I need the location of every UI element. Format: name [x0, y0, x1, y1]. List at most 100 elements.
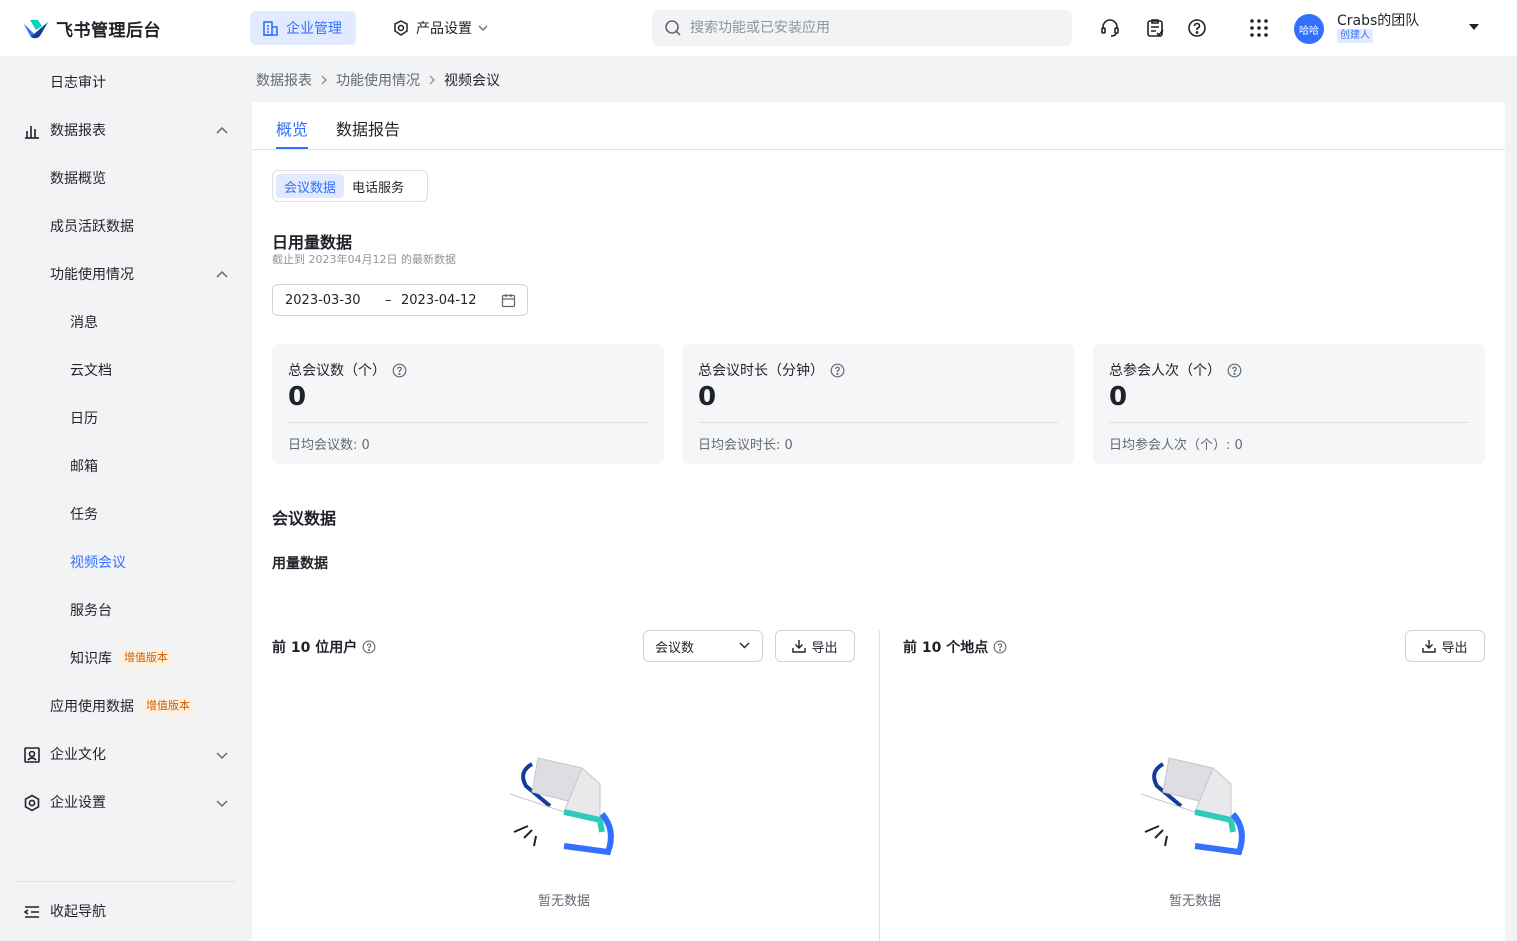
- sidebar-item-messages[interactable]: 消息: [0, 302, 252, 342]
- clipboard-icon[interactable]: [1143, 16, 1167, 40]
- sidebar-item-culture[interactable]: 企业文化: [0, 734, 252, 774]
- sidebar-item-tasks[interactable]: 任务: [0, 494, 252, 534]
- sidebar-item-service-desk[interactable]: 服务台: [0, 590, 252, 630]
- stat-card-total-duration: 总会议时长（分钟） 0 日均会议时长: 0: [682, 344, 1074, 464]
- empty-text: 暂无数据: [1168, 894, 1221, 909]
- sidebar-item-knowledge-base[interactable]: 知识库 增值版本: [0, 638, 252, 678]
- end-date[interactable]: 2023-04-12: [401, 293, 477, 308]
- search-icon: [665, 20, 681, 36]
- segment-control: 会议数据 电话服务: [272, 170, 428, 202]
- sidebar-item-label: 视频会议: [70, 555, 126, 571]
- start-date[interactable]: 2023-03-30: [285, 293, 361, 308]
- stat-value: 0: [1109, 382, 1128, 412]
- metric-select-value: 会议数: [655, 640, 695, 656]
- sidebar-item-audit-log[interactable]: 日志审计: [0, 62, 252, 102]
- nav-product-settings[interactable]: 产品设置: [392, 11, 494, 45]
- search-input[interactable]: [690, 20, 1050, 36]
- date-separator: –: [385, 292, 392, 308]
- empty-box-illustration: [509, 757, 614, 856]
- card-divider: [1109, 422, 1469, 423]
- sidebar-item-label: 应用使用数据: [50, 699, 134, 715]
- collapse-nav-label: 收起导航: [50, 904, 106, 920]
- card-divider: [698, 422, 1058, 423]
- metric-select[interactable]: 会议数: [643, 630, 763, 662]
- segment-meeting-data[interactable]: 会议数据: [276, 174, 345, 198]
- stat-card-total-meetings: 总会议数（个） 0 日均会议数: 0: [272, 344, 664, 464]
- sidebar-item-docs[interactable]: 云文档: [0, 350, 252, 390]
- export-label: 导出: [1441, 640, 1468, 656]
- sidebar-item-app-usage[interactable]: 应用使用数据 增值版本: [0, 686, 252, 726]
- nav-product-label: 产品设置: [416, 21, 472, 37]
- empty-text: 暂无数据: [537, 894, 590, 909]
- sidebar-item-calendar[interactable]: 日历: [0, 398, 252, 438]
- top-users-title: 前 10 位用户: [272, 637, 376, 657]
- chevron-right-icon: [320, 75, 328, 85]
- chevron-right-icon: [428, 75, 436, 85]
- app-logo[interactable]: 飞书管理后台: [22, 16, 161, 41]
- tab-overview[interactable]: 概览: [276, 116, 308, 140]
- export-users-button[interactable]: 导出: [775, 630, 855, 662]
- help-icon[interactable]: [392, 363, 407, 378]
- tab-data-report[interactable]: 数据报告: [336, 116, 400, 140]
- calendar-icon: [501, 294, 516, 308]
- breadcrumb-item[interactable]: 功能使用情况: [336, 70, 420, 90]
- daily-usage-title: 日用量数据: [272, 233, 353, 252]
- sidebar-item-data-overview[interactable]: 数据概览: [0, 158, 252, 198]
- chevron-down-icon: [216, 800, 228, 808]
- breadcrumb: 数据报表 功能使用情况 视频会议: [256, 70, 500, 90]
- sidebar-item-label: 数据报表: [50, 123, 106, 139]
- sidebar-item-label: 企业文化: [50, 747, 106, 763]
- export-label: 导出: [811, 640, 838, 656]
- sidebar-item-label: 成员活跃数据: [50, 219, 134, 235]
- sidebar-item-mail[interactable]: 邮箱: [0, 446, 252, 486]
- sidebar-item-data-reports[interactable]: 数据报表: [0, 110, 252, 150]
- stat-card-total-participants: 总参会人次（个） 0 日均参会人次（个）: 0: [1093, 344, 1485, 464]
- caret-down-icon[interactable]: [1468, 23, 1480, 31]
- chevron-down-icon: [739, 642, 750, 649]
- top-users-label: 前 10 位用户: [272, 640, 358, 656]
- nav-enterprise-management[interactable]: 企业管理: [250, 11, 356, 45]
- chevron-up-icon: [216, 270, 228, 278]
- segment-phone-service[interactable]: 电话服务: [344, 174, 412, 198]
- empty-box-illustration: [1140, 757, 1245, 856]
- stat-sub: 日均会议时长: 0: [698, 438, 793, 453]
- sidebar-item-label: 云文档: [70, 363, 112, 379]
- apps-grid-icon[interactable]: [1247, 16, 1271, 40]
- feishu-logo-icon: [22, 18, 50, 40]
- sidebar: 日志审计 数据报表 数据概览 成员活跃数据 功能使用情况 消息 云文档 日历 邮…: [0, 56, 252, 941]
- sidebar-item-label: 消息: [70, 315, 98, 331]
- tab-indicator: [276, 147, 308, 149]
- chevron-down-icon: [478, 25, 488, 31]
- chevron-up-icon: [216, 126, 228, 134]
- sidebar-item-label: 任务: [70, 507, 98, 523]
- stat-value: 0: [288, 382, 307, 412]
- building-icon: [263, 20, 278, 36]
- sidebar-item-settings[interactable]: 企业设置: [0, 782, 252, 822]
- premium-badge: 增值版本: [120, 649, 172, 667]
- sidebar-item-label: 功能使用情况: [50, 267, 134, 283]
- sidebar-item-member-activity[interactable]: 成员活跃数据: [0, 206, 252, 246]
- help-icon[interactable]: [993, 640, 1007, 654]
- stat-label: 总会议时长（分钟）: [698, 363, 824, 379]
- avatar[interactable]: 哈哈: [1294, 14, 1324, 44]
- meeting-data-title: 会议数据: [272, 509, 337, 528]
- headset-icon[interactable]: [1098, 16, 1122, 40]
- help-icon[interactable]: [1185, 16, 1209, 40]
- collapse-nav-button[interactable]: 收起导航: [0, 891, 252, 931]
- sidebar-item-label: 日历: [70, 411, 98, 427]
- bar-chart-icon: [25, 126, 39, 139]
- help-icon[interactable]: [362, 640, 376, 654]
- team-name[interactable]: Crabs的团队: [1337, 10, 1419, 30]
- breadcrumb-item[interactable]: 数据报表: [256, 70, 312, 90]
- sidebar-item-feature-usage[interactable]: 功能使用情况: [0, 254, 252, 294]
- nav-enterprise-label: 企业管理: [286, 21, 342, 37]
- export-locations-button[interactable]: 导出: [1405, 630, 1485, 662]
- sidebar-item-video-meeting[interactable]: 视频会议: [0, 542, 252, 582]
- search-box[interactable]: [652, 10, 1072, 46]
- help-icon[interactable]: [830, 363, 845, 378]
- help-icon[interactable]: [1227, 363, 1242, 378]
- date-range-picker[interactable]: 2023-03-30 – 2023-04-12: [272, 284, 528, 316]
- daily-usage-subtitle: 截止到 2023年04月12日 的最新数据: [272, 253, 456, 266]
- top-bar: 飞书管理后台 企业管理 产品设置 搜索功能或已安装应用 哈哈 Crabs的团队 …: [0, 0, 1517, 56]
- gear-icon: [24, 794, 40, 812]
